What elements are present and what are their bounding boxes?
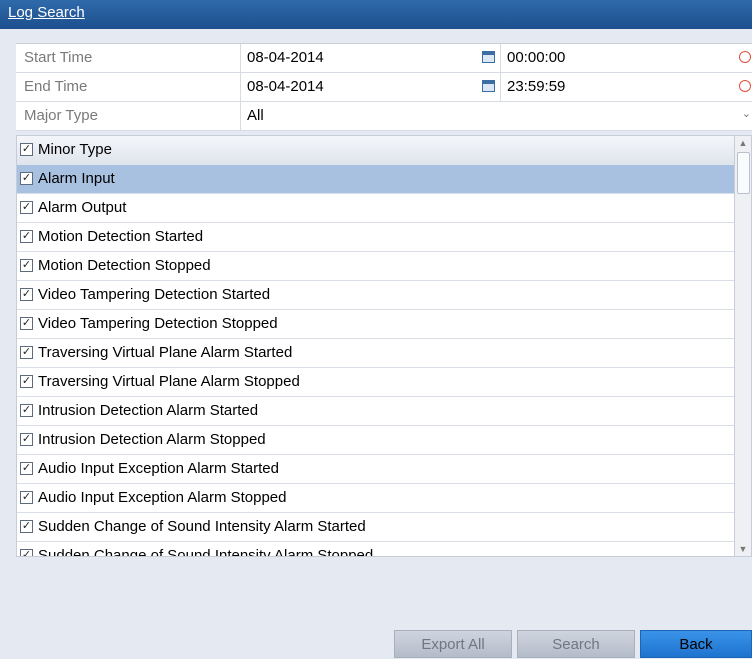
checkbox[interactable]: ✓ bbox=[20, 491, 33, 504]
start-date-value: 08-04-2014 bbox=[247, 49, 324, 66]
start-time-field[interactable]: 00:00:00 bbox=[500, 44, 752, 72]
end-time-label: End Time bbox=[24, 78, 88, 95]
export-all-button[interactable]: Export All bbox=[394, 630, 512, 658]
checkbox[interactable]: ✓ bbox=[20, 317, 33, 330]
list-item-label: Audio Input Exception Alarm Started bbox=[38, 460, 279, 477]
minor-type-list: ✓ Minor Type ✓ Alarm Input ✓ Alarm Output ✓ M… bbox=[16, 135, 752, 557]
end-date-field[interactable]: 08-04-2014 bbox=[240, 73, 501, 101]
list-item-label: Traversing Virtual Plane Alarm Stopped bbox=[38, 373, 300, 390]
minor-type-items: ✓ Alarm Input ✓ Alarm Output ✓ Motion Detecti… bbox=[17, 165, 735, 557]
list-item-label: Intrusion Detection Alarm Stopped bbox=[38, 431, 266, 448]
list-item-label: Sudden Change of Sound Intensity Alarm S… bbox=[38, 547, 374, 557]
list-item[interactable]: ✓ Traversing Virtual Plane Alarm Stopped bbox=[17, 368, 735, 397]
start-time-label: Start Time bbox=[24, 49, 93, 66]
checkbox[interactable]: ✓ bbox=[20, 288, 33, 301]
clock-icon[interactable] bbox=[739, 80, 751, 92]
end-time-field[interactable]: 23:59:59 bbox=[500, 73, 752, 101]
scrollbar[interactable]: ▲ ▼ bbox=[734, 136, 751, 556]
minor-type-header-checkbox[interactable]: ✓ bbox=[20, 143, 33, 156]
list-item-label: Motion Detection Stopped bbox=[38, 257, 211, 274]
list-item-label: Video Tampering Detection Stopped bbox=[38, 315, 278, 332]
list-item[interactable]: ✓ Motion Detection Stopped bbox=[17, 252, 735, 281]
list-item[interactable]: ✓ Traversing Virtual Plane Alarm Started bbox=[17, 339, 735, 368]
list-item[interactable]: ✓ Alarm Input bbox=[17, 165, 735, 194]
list-item-label: Alarm Output bbox=[38, 199, 127, 216]
checkbox[interactable]: ✓ bbox=[20, 259, 33, 272]
minor-type-header[interactable]: ✓ Minor Type bbox=[17, 136, 735, 166]
list-item-label: Motion Detection Started bbox=[38, 228, 204, 245]
end-time-value: 23:59:59 bbox=[507, 78, 566, 95]
checkbox[interactable]: ✓ bbox=[20, 462, 33, 475]
list-item-label: Alarm Input bbox=[38, 170, 115, 187]
back-button[interactable]: Back bbox=[640, 630, 752, 658]
list-item[interactable]: ✓ Video Tampering Detection Started bbox=[17, 281, 735, 310]
scrollbar-thumb[interactable] bbox=[737, 152, 750, 194]
checkbox[interactable]: ✓ bbox=[20, 346, 33, 359]
list-item[interactable]: ✓ Intrusion Detection Alarm Started bbox=[17, 397, 735, 426]
checkbox[interactable]: ✓ bbox=[20, 549, 33, 556]
major-type-value: All bbox=[247, 107, 264, 124]
title-bar: Log Search bbox=[0, 0, 752, 29]
list-item[interactable]: ✓ Video Tampering Detection Stopped bbox=[17, 310, 735, 339]
scroll-down-icon[interactable]: ▼ bbox=[735, 542, 751, 556]
checkbox[interactable]: ✓ bbox=[20, 404, 33, 417]
chevron-down-icon[interactable]: ⌄ bbox=[742, 107, 751, 120]
minor-type-header-label: Minor Type bbox=[38, 141, 112, 158]
list-item[interactable]: ✓ Sudden Change of Sound Intensity Alarm … bbox=[17, 542, 735, 557]
major-type-label: Major Type bbox=[24, 107, 98, 124]
checkbox[interactable]: ✓ bbox=[20, 230, 33, 243]
list-item-label: Traversing Virtual Plane Alarm Started bbox=[38, 344, 293, 361]
list-item[interactable]: ✓ Audio Input Exception Alarm Started bbox=[17, 455, 735, 484]
scroll-up-icon[interactable]: ▲ bbox=[735, 136, 751, 150]
list-item[interactable]: ✓ Motion Detection Started bbox=[17, 223, 735, 252]
checkbox[interactable]: ✓ bbox=[20, 201, 33, 214]
checkbox[interactable]: ✓ bbox=[20, 172, 33, 185]
calendar-icon[interactable] bbox=[482, 51, 495, 63]
search-form: Start Time 08-04-2014 00:00:00 End Time … bbox=[16, 43, 752, 131]
list-item[interactable]: ✓ Alarm Output bbox=[17, 194, 735, 223]
major-type-select[interactable]: All ⌄ bbox=[240, 102, 752, 130]
major-type-row: Major Type All ⌄ bbox=[16, 102, 752, 131]
clock-icon[interactable] bbox=[739, 51, 751, 63]
end-time-row: End Time 08-04-2014 23:59:59 bbox=[16, 73, 752, 102]
checkbox[interactable]: ✓ bbox=[20, 375, 33, 388]
search-button[interactable]: Search bbox=[517, 630, 635, 658]
list-item[interactable]: ✓ Audio Input Exception Alarm Stopped bbox=[17, 484, 735, 513]
list-item-label: Intrusion Detection Alarm Started bbox=[38, 402, 259, 419]
start-time-value: 00:00:00 bbox=[507, 49, 566, 66]
checkbox[interactable]: ✓ bbox=[20, 520, 33, 533]
end-date-value: 08-04-2014 bbox=[247, 78, 324, 95]
checkbox[interactable]: ✓ bbox=[20, 433, 33, 446]
calendar-icon[interactable] bbox=[482, 80, 495, 92]
list-item[interactable]: ✓ Intrusion Detection Alarm Stopped bbox=[17, 426, 735, 455]
list-item[interactable]: ✓ Sudden Change of Sound Intensity Alarm … bbox=[17, 513, 735, 542]
list-item-label: Video Tampering Detection Started bbox=[38, 286, 271, 303]
start-time-row: Start Time 08-04-2014 00:00:00 bbox=[16, 44, 752, 73]
list-item-label: Audio Input Exception Alarm Stopped bbox=[38, 489, 287, 506]
start-date-field[interactable]: 08-04-2014 bbox=[240, 44, 501, 72]
list-item-label: Sudden Change of Sound Intensity Alarm S… bbox=[38, 518, 366, 535]
window-title[interactable]: Log Search bbox=[8, 4, 85, 21]
